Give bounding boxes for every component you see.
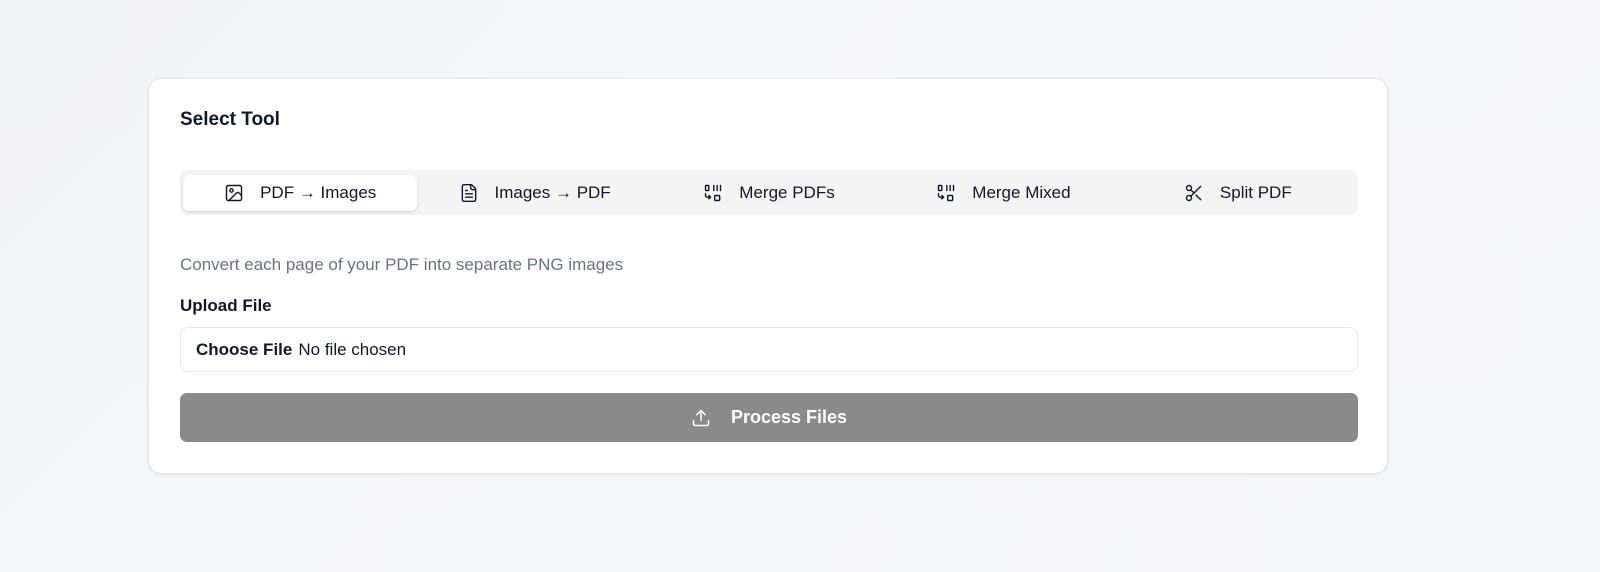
merge-icon [703, 183, 723, 203]
tab-label: PDF → Images [260, 182, 377, 202]
tab-label: Merge PDFs [739, 182, 835, 202]
image-icon [224, 183, 244, 203]
process-files-button[interactable]: Process Files [180, 393, 1358, 442]
tool-tabs: PDF → Images Images → PDF Merge PDFs Mer… [180, 170, 1358, 215]
tab-label: Merge Mixed [972, 182, 1071, 202]
tab-merge-mixed[interactable]: Merge Mixed [886, 175, 1120, 211]
choose-file-button[interactable]: Choose File [196, 340, 292, 360]
tab-pdf-to-images[interactable]: PDF → Images [183, 174, 418, 211]
card-title: Select Tool [180, 109, 280, 130]
tab-images-to-pdf[interactable]: Images → PDF [417, 175, 651, 211]
merge-icon [936, 183, 956, 203]
tab-split-pdf[interactable]: Split PDF [1121, 175, 1355, 211]
tab-label: Images → PDF [494, 182, 611, 202]
file-status-text: No file chosen [298, 339, 407, 359]
scissors-icon [1184, 183, 1204, 203]
file-text-icon [459, 183, 479, 203]
tab-merge-pdfs[interactable]: Merge PDFs [652, 175, 886, 211]
upload-icon [691, 408, 711, 428]
tab-label: Split PDF [1219, 182, 1292, 202]
tool-card: Select Tool PDF → Images Images → PDF Me… [148, 78, 1388, 474]
upload-file-label: Upload File [180, 296, 272, 315]
file-input[interactable]: Choose File No file chosen [180, 327, 1358, 372]
tool-description: Convert each page of your PDF into separ… [180, 255, 624, 274]
process-files-label: Process Files [730, 407, 848, 427]
